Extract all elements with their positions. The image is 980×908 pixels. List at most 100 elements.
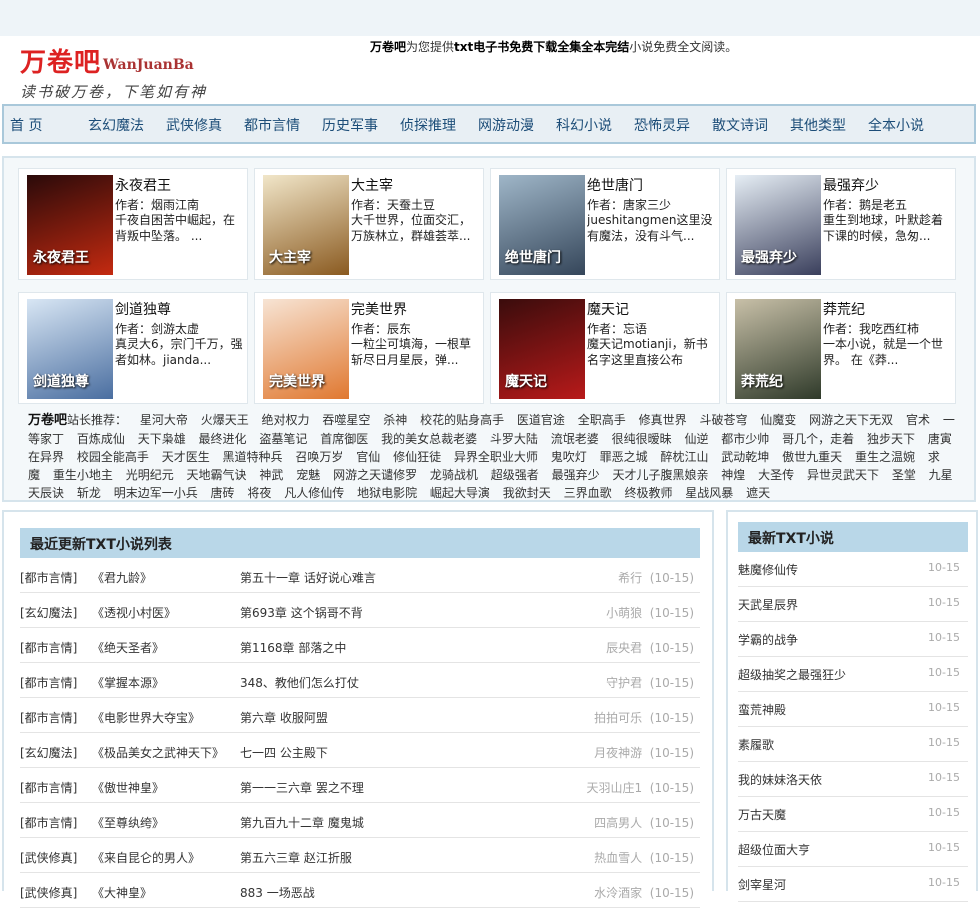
recommend-link[interactable]: 龙骑战机 (430, 468, 478, 482)
recommend-link[interactable]: 仙魔变 (760, 413, 796, 427)
newest-book[interactable]: 剑宰星河 (738, 876, 786, 893)
row-book[interactable]: 《掌握本源》 (92, 674, 164, 691)
recommend-link[interactable]: 星河大帝 (140, 413, 188, 427)
row-chapter[interactable]: 第693章 这个锅哥不背 (240, 604, 363, 621)
recommend-link[interactable]: 崛起大导演 (430, 486, 490, 500)
row-chapter[interactable]: 348、教他们怎么打仗 (240, 674, 359, 691)
row-chapter[interactable]: 第五十一章 话好说心难言 (240, 569, 376, 586)
recommend-link[interactable]: 最强弃少 (552, 468, 600, 482)
recommend-link[interactable]: 修仙狂徒 (393, 450, 441, 464)
row-chapter[interactable]: 第六章 收服阿盟 (240, 709, 328, 726)
recommend-link[interactable]: 地狱电影院 (357, 486, 417, 500)
recommend-link[interactable]: 修真世界 (639, 413, 687, 427)
row-category[interactable]: [玄幻魔法] (20, 744, 77, 761)
recommend-link[interactable]: 傲世九重天 (782, 450, 842, 464)
row-book[interactable]: 《至尊纨绔》 (92, 814, 164, 831)
book-cover[interactable]: 最强弃少 (735, 175, 821, 275)
nav-item-7[interactable]: 科幻小说 (556, 115, 612, 135)
featured-book-card[interactable]: 剑道独尊 剑道独尊 作者：剑游太虚 真灵大6，宗门千万，强者如林。jianda... (18, 292, 248, 404)
site-logo[interactable]: 万卷吧 WanJuanBa 读书破万卷，下笔如有神 (20, 42, 207, 102)
row-book[interactable]: 《傲世神皇》 (92, 779, 164, 796)
recommend-link[interactable]: 官术 (906, 413, 930, 427)
newest-book[interactable]: 超级位面大亨 (738, 841, 810, 858)
nav-item-10[interactable]: 其他类型 (790, 115, 846, 135)
row-chapter[interactable]: 第九百九十二章 魔鬼城 (240, 814, 364, 831)
recommend-link[interactable]: 天才医生 (162, 450, 210, 464)
recommend-link[interactable]: 校花的贴身高手 (420, 413, 504, 427)
recommend-link[interactable]: 遮天 (746, 486, 770, 500)
nav-item-3[interactable]: 都市言情 (244, 115, 300, 135)
recommend-link[interactable]: 光明纪元 (126, 468, 174, 482)
recommend-link[interactable]: 圣堂 (892, 468, 916, 482)
recommend-link[interactable]: 医道官途 (517, 413, 565, 427)
newest-book[interactable]: 魅魔修仙传 (738, 561, 798, 578)
row-chapter[interactable]: 第1168章 部落之中 (240, 639, 346, 656)
recommend-link[interactable]: 凡人修仙传 (284, 486, 344, 500)
row-chapter[interactable]: 七一四 公主殿下 (240, 744, 328, 761)
book-cover[interactable]: 完美世界 (263, 299, 349, 399)
featured-book-card[interactable]: 永夜君王 永夜君王 作者：烟雨江南 千夜自困苦中崛起，在背叛中坠落。 ... (18, 168, 248, 280)
recommend-link[interactable]: 武动乾坤 (721, 450, 769, 464)
recommend-link[interactable]: 天下枭雄 (138, 432, 186, 446)
row-category[interactable]: [武侠修真] (20, 849, 77, 866)
recommend-link[interactable]: 鬼吹灯 (551, 450, 587, 464)
recommend-link[interactable]: 神武 (259, 468, 283, 482)
recommend-link[interactable]: 黑道特种兵 (223, 450, 283, 464)
newest-book[interactable]: 素履歌 (738, 736, 774, 753)
recommend-link[interactable]: 神煌 (721, 468, 745, 482)
recommend-link[interactable]: 斩龙 (77, 486, 101, 500)
recommend-link[interactable]: 哥几个，走着 (782, 432, 854, 446)
newest-book[interactable]: 学霸的战争 (738, 631, 798, 648)
recommend-link[interactable]: 重生之温婉 (855, 450, 915, 464)
newest-book[interactable]: 万古天魔 (738, 806, 786, 823)
nav-item-11[interactable]: 全本小说 (868, 115, 924, 135)
book-title[interactable]: 莽荒纪 (823, 299, 865, 319)
recommend-link[interactable]: 流氓老婆 (551, 432, 599, 446)
nav-item-4[interactable]: 历史军事 (322, 115, 378, 135)
recommend-link[interactable]: 将夜 (247, 486, 271, 500)
recommend-link[interactable]: 吞噬星空 (322, 413, 370, 427)
row-category[interactable]: [都市言情] (20, 639, 77, 656)
recommend-link[interactable]: 召唤万岁 (295, 450, 343, 464)
book-title[interactable]: 绝世唐门 (587, 175, 643, 195)
recommend-link[interactable]: 都市少帅 (721, 432, 769, 446)
featured-book-card[interactable]: 绝世唐门 绝世唐门 作者：唐家三少 jueshitangmen这里没有魔法，没有斗气.… (490, 168, 720, 280)
featured-book-card[interactable]: 完美世界 完美世界 作者：辰东 一粒尘可填海，一根草斩尽日月星辰，弹... (254, 292, 484, 404)
row-book[interactable]: 《透视小村医》 (92, 604, 176, 621)
recommend-link[interactable]: 异世灵武天下 (807, 468, 879, 482)
book-title[interactable]: 剑道独尊 (115, 299, 171, 319)
row-chapter[interactable]: 第五六三章 赵江折服 (240, 849, 352, 866)
recommend-link[interactable]: 盗墓笔记 (259, 432, 307, 446)
recommend-link[interactable]: 网游之天谴修罗 (333, 468, 417, 482)
row-category[interactable]: [都市言情] (20, 779, 77, 796)
featured-book-card[interactable]: 大主宰 大主宰 作者：天蚕土豆 大千世界，位面交汇，万族林立，群雄荟萃... (254, 168, 484, 280)
nav-item-8[interactable]: 恐怖灵异 (634, 115, 690, 135)
recommend-link[interactable]: 天地霸气诀 (187, 468, 247, 482)
row-category[interactable]: [都市言情] (20, 674, 77, 691)
nav-item-0[interactable]: 首 页 (10, 115, 42, 135)
row-book[interactable]: 《大神皇》 (92, 884, 152, 901)
recommend-link[interactable]: 三界血歌 (564, 486, 612, 500)
newest-book[interactable]: 我的妹妹洛天依 (738, 771, 822, 788)
row-book[interactable]: 《君九龄》 (92, 569, 152, 586)
featured-book-card[interactable]: 最强弃少 最强弃少 作者：鹅是老五 重生到地球，叶默趁着下课的时候，急匆... (726, 168, 956, 280)
recommend-link[interactable]: 百炼成仙 (77, 432, 125, 446)
row-category[interactable]: [都市言情] (20, 569, 77, 586)
recommend-link[interactable]: 杀神 (383, 413, 407, 427)
book-cover[interactable]: 永夜君王 (27, 175, 113, 275)
book-cover[interactable]: 绝世唐门 (499, 175, 585, 275)
recommend-link[interactable]: 官仙 (356, 450, 380, 464)
recommend-link[interactable]: 绝对权力 (262, 413, 310, 427)
recommend-link[interactable]: 校园全能高手 (77, 450, 149, 464)
recommend-link[interactable]: 大圣传 (758, 468, 794, 482)
recommend-link[interactable]: 终极教师 (624, 486, 672, 500)
book-title[interactable]: 永夜君王 (115, 175, 171, 195)
book-title[interactable]: 完美世界 (351, 299, 407, 319)
book-cover[interactable]: 魔天记 (499, 299, 585, 399)
row-category[interactable]: [武侠修真] (20, 884, 77, 901)
recommend-link[interactable]: 罪恶之城 (600, 450, 648, 464)
recommend-link[interactable]: 重生小地主 (53, 468, 113, 482)
recommend-link[interactable]: 明末边军一小兵 (114, 486, 198, 500)
row-book[interactable]: 《电影世界大夺宝》 (92, 709, 200, 726)
nav-item-1[interactable]: 玄幻魔法 (88, 115, 144, 135)
